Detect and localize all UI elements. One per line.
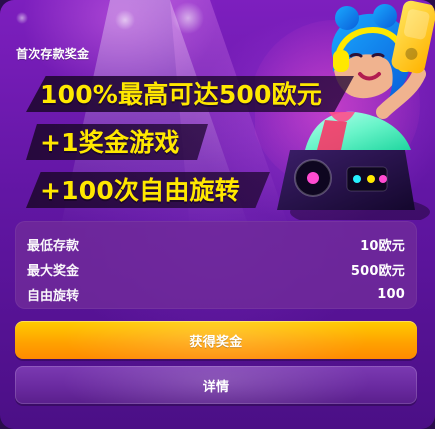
detail-value: 500欧元 [350, 263, 405, 279]
bonus-card: 首次存款奖金 100%最高可达500欧元 +1奖金游戏 +100次自由旋转 最低… [0, 0, 435, 429]
headline-band-2: +1奖金游戏 [26, 124, 208, 160]
headline-2: +1奖金游戏 [40, 127, 180, 157]
get-bonus-button[interactable]: 获得奖金 [15, 321, 417, 359]
headline-3: +100次自由旋转 [40, 175, 240, 205]
detail-row-free-spins: 自由旋转 100 [27, 283, 405, 305]
detail-row-max-bonus: 最大奖金 500欧元 [27, 258, 405, 280]
detail-row-min-deposit: 最低存款 10欧元 [27, 233, 405, 255]
promo-eyebrow: 首次存款奖金 [16, 47, 90, 61]
detail-value: 10欧元 [360, 238, 405, 254]
details-button-label: 详情 [202, 378, 230, 394]
get-bonus-button-label: 获得奖金 [189, 333, 243, 349]
detail-label: 最低存款 [27, 238, 80, 254]
headline-1: 100%最高可达500欧元 [40, 79, 323, 109]
headline-band-1: 100%最高可达500欧元 [26, 76, 354, 112]
bonus-details-panel: 最低存款 10欧元 最大奖金 500欧元 自由旋转 100 [15, 221, 417, 309]
detail-value: 100 [377, 286, 405, 302]
headline-band-3: +100次自由旋转 [26, 172, 270, 208]
detail-label: 最大奖金 [27, 263, 80, 279]
details-button[interactable]: 详情 [15, 366, 417, 404]
detail-label: 自由旋转 [27, 288, 80, 304]
